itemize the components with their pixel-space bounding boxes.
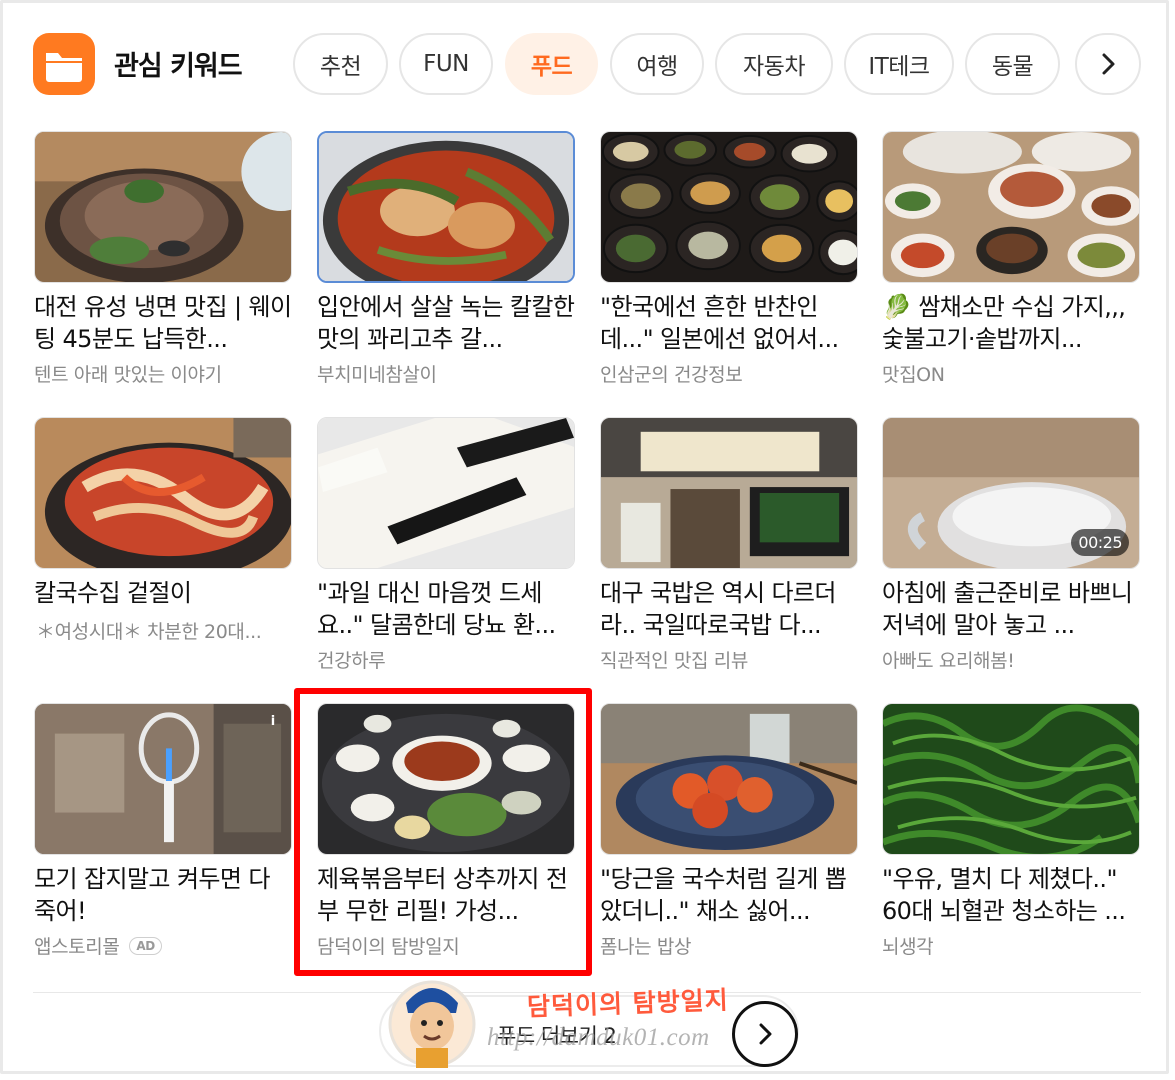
watermark-url: http://damduk01.com <box>487 1024 710 1051</box>
card-source: 아빠도 요리해봄! <box>882 650 1015 672</box>
card-thumbnail <box>317 131 575 283</box>
tab-fun[interactable]: FUN <box>399 33 493 95</box>
card-title: "당근을 국수처럼 길게 뽑았더니.." 채소 싫어... <box>600 865 847 925</box>
tab-animal[interactable]: 동물 <box>965 33 1060 95</box>
info-icon[interactable]: i <box>265 714 281 730</box>
watermark-brand: 담덕이의 탐방일지 <box>526 985 730 1022</box>
card-title: 대전 유성 냉면 맛집 | 웨이팅 45분도 납득한... <box>34 293 292 353</box>
card-source: 부치미네참살이 <box>317 364 437 386</box>
card-title: 입안에서 살살 녹는 칼칼한 맛의 꽈리고추 갈... <box>317 293 575 353</box>
card-source: 건강하루 <box>317 650 386 672</box>
card-title: "과일 대신 마음껏 드세요.." 달콤한데 당뇨 환... <box>317 579 556 639</box>
card-thumbnail: i <box>34 703 292 855</box>
card-thumbnail <box>882 131 1140 283</box>
tab-recommend[interactable]: 추천 <box>293 33 388 95</box>
card-title: 제육볶음부터 상추까지 전부 무한 리필! 가성... <box>317 865 568 925</box>
tab-travel[interactable]: 여행 <box>610 33 704 95</box>
card-source: 폼나는 밥상 <box>600 936 692 958</box>
card-title: "한국에선 흔한 반찬인데..." 일본에선 없어서... <box>600 293 839 353</box>
card-source: 담덕이의 탐방일지 <box>317 936 460 958</box>
card-source-text: 앱스토리몰 <box>34 936 120 958</box>
card-title: 대구 국밥은 역시 다르더라.. 국일따로국밥 다... <box>600 579 836 639</box>
card-source: 텐트 아래 맛있는 이야기 <box>34 364 222 386</box>
section-title: 관심 키워드 <box>114 51 243 82</box>
card-subline: ＊여성시대＊ 차분한 20대... <box>36 621 262 643</box>
tabs-next-button[interactable] <box>1075 33 1141 95</box>
card-source: 직관적인 맛집 리뷰 <box>600 650 748 672</box>
ad-badge: AD <box>129 937 162 955</box>
chevron-right-icon <box>759 1023 772 1045</box>
card-source: 뇌생각 <box>882 936 934 958</box>
video-duration: 00:25 <box>1071 529 1129 556</box>
card-thumbnail <box>600 703 858 855</box>
card-title: 🥬 쌈채소만 수십 가지,,,숯불고기·솥밥까지... <box>882 291 1144 355</box>
card-title: 아침에 출근준비로 바쁘니 저녁에 말아 놓고 ... <box>882 579 1133 639</box>
chevron-right-icon <box>1102 53 1115 75</box>
card-thumbnail: 00:25 <box>882 417 1140 569</box>
card-thumbnail <box>600 417 858 569</box>
more-next-button[interactable] <box>732 1001 798 1067</box>
card-title: 모기 잡지말고 켜두면 다 죽어! <box>34 865 270 925</box>
card-source: 앱스토리몰 AD <box>34 932 162 959</box>
card-source: 인삼군의 건강정보 <box>600 364 743 386</box>
card-thumbnail <box>600 131 858 283</box>
tab-car[interactable]: 자동차 <box>715 33 833 95</box>
card-thumbnail <box>882 703 1140 855</box>
folder-icon <box>33 33 95 95</box>
watermark-avatar <box>386 968 478 1068</box>
card-source: 맛집ON <box>882 364 945 386</box>
lettuce-icon: 🥬 <box>882 293 912 321</box>
card-title: "우유, 멸치 다 제쳤다.." 60대 뇌혈관 청소하는 ... <box>882 865 1126 925</box>
card-thumbnail <box>34 417 292 569</box>
card-title-text: 쌈채소만 수십 가지,,,숯불고기·솥밥까지... <box>882 293 1126 353</box>
card-thumbnail <box>317 417 575 569</box>
card-title: 칼국수집 겉절이 <box>34 579 192 607</box>
card-thumbnail <box>34 131 292 283</box>
tab-it-tech[interactable]: IT테크 <box>844 33 954 95</box>
card-thumbnail <box>317 703 575 855</box>
tab-food[interactable]: 푸드 <box>505 33 598 95</box>
